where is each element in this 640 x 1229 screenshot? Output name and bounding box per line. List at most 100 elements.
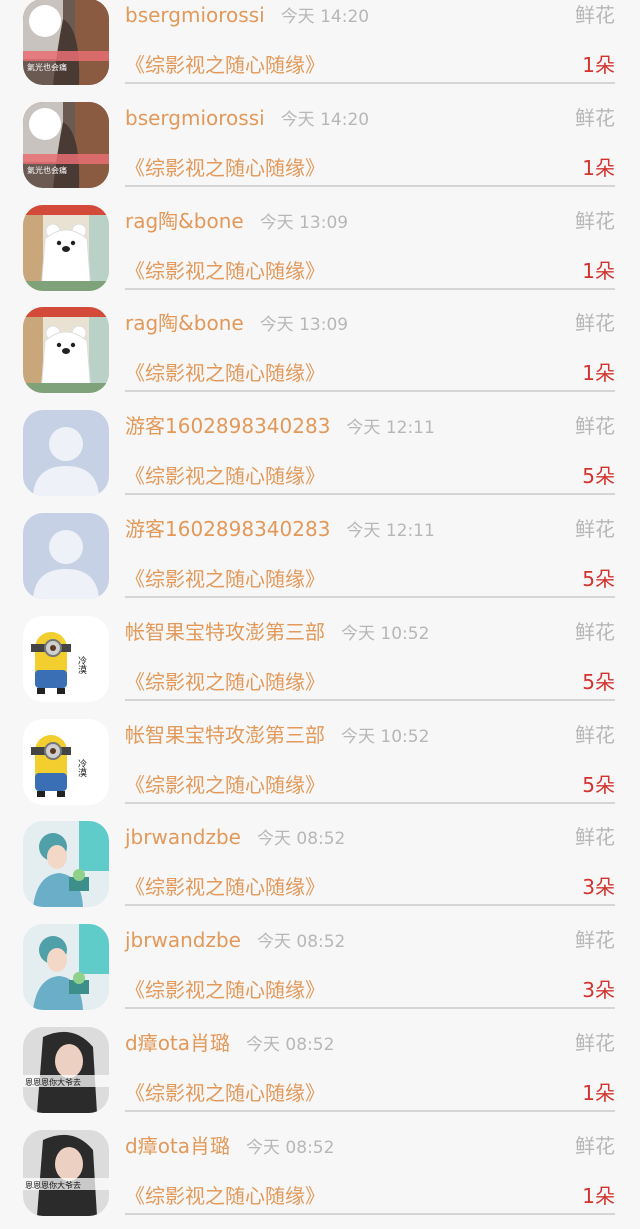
divider <box>125 801 615 804</box>
divider <box>125 184 615 187</box>
username-text: bsergmiorossi <box>125 105 265 130</box>
gift-count: 1朵 <box>582 258 615 283</box>
work-title[interactable]: 《综影视之随心随缘》 <box>125 975 325 1005</box>
illustrated-girl-icon <box>23 924 109 1011</box>
avatar[interactable]: 氣光也会痛 <box>23 101 109 188</box>
avatar[interactable] <box>23 307 109 394</box>
gift-count: 5朵 <box>582 669 615 694</box>
work-title[interactable]: 《综影视之随心随缘》 <box>125 358 325 388</box>
username[interactable]: rag陶&bone 今天 13:09 <box>125 205 348 237</box>
avatar-caption: 冷漠 <box>76 757 87 777</box>
gift-count: 5朵 <box>582 464 615 489</box>
username-text: 帐智果宝特攻澎第三部 <box>125 619 325 644</box>
photo-person-icon: 氣光也会痛 <box>23 0 109 85</box>
photo-woman-icon: 恩恩恩你大爷去 <box>23 1129 109 1216</box>
gift-type: 鲜花 <box>575 1030 615 1055</box>
gift-count: 1朵 <box>582 53 615 77</box>
gift-count: 3朵 <box>582 875 615 900</box>
list-item[interactable]: 冷漠 帐智果宝特攻澎第三部 今天 10:52 鲜花 《综影视之随心随缘》 5朵 <box>0 715 640 818</box>
list-item[interactable]: rag陶&bone 今天 13:09 鲜花 《综影视之随心随缘》 1朵 <box>0 303 640 406</box>
timestamp: 今天 10:52 <box>341 726 430 747</box>
username-text: d瘴ota肖璐 <box>125 1133 231 1158</box>
divider <box>125 1007 615 1010</box>
avatar[interactable] <box>23 821 109 908</box>
username-text: d瘴ota肖璐 <box>125 1030 231 1055</box>
username-text: jbrwandzbe <box>125 825 241 850</box>
list-item[interactable]: 恩恩恩你大爷去 d瘴ota肖璐 今天 08:52 鲜花 《综影视之随心随缘》 1朵 <box>0 1126 640 1229</box>
gift-type: 鲜花 <box>575 1133 615 1158</box>
avatar[interactable] <box>23 204 109 291</box>
gift-type: 鲜花 <box>575 619 615 644</box>
gift-count: 1朵 <box>582 1080 615 1105</box>
list-item[interactable]: 氣光也会痛 bsergmiorossi 今天 14:20 鲜花 《综影视之随心随缘… <box>0 98 640 201</box>
avatar[interactable] <box>23 512 109 599</box>
username[interactable]: 游客1602898340283 今天 12:11 <box>125 513 435 545</box>
timestamp: 今天 13:09 <box>259 212 349 233</box>
avatar-caption: 冷漠 <box>76 655 87 675</box>
illustrated-girl-icon <box>23 821 109 908</box>
divider <box>125 1212 615 1215</box>
list-item[interactable]: 游客1602898340283 今天 12:11 鲜花 《综影视之随心随缘》 5朵 <box>0 509 640 612</box>
username-text: rag陶&bone <box>125 311 244 336</box>
username[interactable]: bsergmiorossi 今天 14:20 <box>125 0 369 31</box>
username[interactable]: 帐智果宝特攻澎第三部 今天 10:52 <box>125 719 429 751</box>
work-title[interactable]: 《综影视之随心随缘》 <box>125 872 325 902</box>
work-title[interactable]: 《综影视之随心随缘》 <box>125 256 325 286</box>
list-item[interactable]: 游客1602898340283 今天 12:11 鲜花 《综影视之随心随缘》 5朵 <box>0 406 640 509</box>
username-text: 帐智果宝特攻澎第三部 <box>125 722 325 747</box>
timestamp: 今天 08:52 <box>246 1137 335 1158</box>
avatar[interactable]: 氣光也会痛 <box>23 0 109 85</box>
divider <box>125 904 615 907</box>
work-title[interactable]: 《综影视之随心随缘》 <box>125 564 325 594</box>
timestamp: 今天 08:52 <box>256 932 346 953</box>
work-title[interactable]: 《综影视之随心随缘》 <box>125 667 325 697</box>
work-title[interactable]: 《综影视之随心随缘》 <box>125 461 325 491</box>
avatar[interactable] <box>23 924 109 1011</box>
gift-count: 5朵 <box>582 566 615 591</box>
username[interactable]: 游客1602898340283 今天 12:11 <box>125 410 435 442</box>
gift-count: 3朵 <box>582 978 615 1003</box>
username[interactable]: bsergmiorossi 今天 14:20 <box>125 102 369 134</box>
list-item[interactable]: jbrwandzbe 今天 08:52 鲜花 《综影视之随心随缘》 3朵 <box>0 817 640 920</box>
timestamp: 今天 13:09 <box>259 315 349 336</box>
avatar-caption: 恩恩恩你大爷去 <box>25 1180 81 1190</box>
username[interactable]: d瘴ota肖璐 今天 08:52 <box>125 1130 334 1162</box>
timestamp: 今天 12:11 <box>346 418 435 439</box>
work-title[interactable]: 《综影视之随心随缘》 <box>125 1181 325 1211</box>
timestamp: 今天 10:52 <box>341 623 430 644</box>
list-item[interactable]: 恩恩恩你大爷去 d瘴ota肖璐 今天 08:52 鲜花 《综影视之随心随缘》 1朵 <box>0 1023 640 1126</box>
work-title[interactable]: 《综影视之随心随缘》 <box>125 50 325 80</box>
username[interactable]: d瘴ota肖璐 今天 08:52 <box>125 1027 334 1059</box>
gift-type: 鲜花 <box>575 516 615 541</box>
avatar[interactable] <box>23 410 109 497</box>
divider <box>125 82 615 84</box>
minion-icon: 冷漠 <box>23 615 109 702</box>
list-item[interactable]: jbrwandzbe 今天 08:52 鲜花 《综影视之随心随缘》 3朵 <box>0 920 640 1023</box>
divider <box>125 595 615 598</box>
username[interactable]: jbrwandzbe 今天 08:52 <box>125 821 345 853</box>
work-title[interactable]: 《综影视之随心随缘》 <box>125 1078 325 1108</box>
divider <box>125 698 615 701</box>
divider <box>125 390 615 393</box>
username-text: 游客1602898340283 <box>125 516 331 541</box>
gift-count: 5朵 <box>582 772 615 797</box>
avatar[interactable]: 冷漠 <box>23 615 109 702</box>
username[interactable]: 帐智果宝特攻澎第三部 今天 10:52 <box>125 616 429 648</box>
timestamp: 今天 08:52 <box>256 829 346 850</box>
list-item[interactable]: 冷漠 帐智果宝特攻澎第三部 今天 10:52 鲜花 《综影视之随心随缘》 5朵 <box>0 612 640 715</box>
photo-woman-icon: 恩恩恩你大爷去 <box>23 1026 109 1113</box>
avatar[interactable]: 冷漠 <box>23 718 109 805</box>
list-item[interactable]: 氣光也会痛 bsergmiorossi 今天 14:20 鲜花 《综影视之随心随缘… <box>0 0 640 98</box>
work-title[interactable]: 《综影视之随心随缘》 <box>125 770 325 800</box>
work-title[interactable]: 《综影视之随心随缘》 <box>125 153 325 183</box>
avatar[interactable]: 恩恩恩你大爷去 <box>23 1026 109 1113</box>
timestamp: 今天 12:11 <box>346 520 435 541</box>
divider <box>125 1109 615 1112</box>
gift-type: 鲜花 <box>575 414 615 439</box>
list-item[interactable]: rag陶&bone 今天 13:09 鲜花 《综影视之随心随缘》 1朵 <box>0 201 640 304</box>
gift-count: 1朵 <box>582 155 615 180</box>
gift-type: 鲜花 <box>575 3 615 27</box>
username[interactable]: jbrwandzbe 今天 08:52 <box>125 924 345 956</box>
avatar[interactable]: 恩恩恩你大爷去 <box>23 1129 109 1216</box>
username[interactable]: rag陶&bone 今天 13:09 <box>125 307 348 339</box>
